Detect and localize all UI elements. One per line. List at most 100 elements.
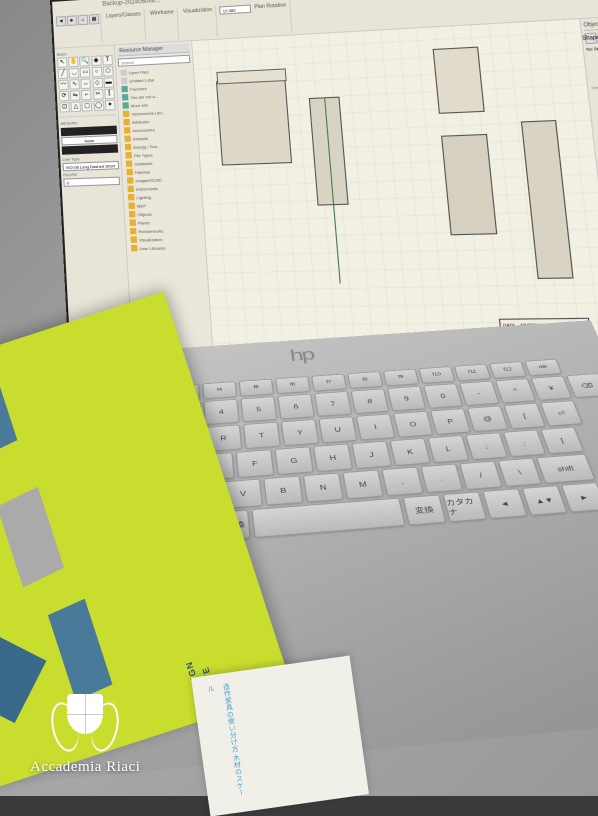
line-tool-icon[interactable]: ╱ [58, 68, 69, 79]
arc-tool-icon[interactable]: ◡ [69, 68, 80, 79]
spiral-tool-icon[interactable]: ✦ [105, 100, 116, 111]
shape-tab[interactable]: Shape [584, 33, 597, 45]
polyline-tool-icon[interactable]: 〰 [58, 80, 69, 91]
folder-icon [127, 186, 134, 193]
key: L [427, 435, 469, 463]
key: T [243, 422, 281, 449]
key: @ [467, 406, 509, 432]
oval-tool-icon[interactable]: ◯ [93, 100, 104, 111]
folder-icon [124, 127, 131, 133]
furniture-elevation-1[interactable] [216, 78, 292, 166]
key: - [459, 381, 499, 406]
hp-logo: hp [289, 346, 315, 366]
key: ; [465, 432, 508, 460]
key: 5 [240, 396, 277, 422]
key: 7 [314, 391, 352, 417]
object-info-title: Object Info - Shape [583, 17, 598, 31]
rect-tool-icon[interactable]: ▭ [80, 67, 91, 78]
freehand-tool-icon[interactable]: ∿ [69, 79, 80, 90]
fillet-tool-icon[interactable]: ⌐ [81, 90, 92, 101]
furniture-elevation-3[interactable] [433, 47, 485, 114]
dimension-tool-icon[interactable]: ↔ [81, 78, 92, 89]
nav-fwd-icon[interactable]: ► [67, 15, 78, 26]
key: f10 [418, 366, 455, 383]
key: H [313, 444, 353, 472]
mirror-tool-icon[interactable]: ⇋ [70, 90, 81, 101]
home-icon[interactable]: ⌂ [78, 15, 89, 26]
visualization-dropdown[interactable]: Visualization [181, 7, 216, 38]
select-tool-icon[interactable]: ↖ [57, 57, 68, 68]
key: G [274, 446, 313, 474]
locus-tool-icon[interactable]: ▢ [82, 101, 93, 112]
callout-tool-icon[interactable]: ◇ [92, 78, 103, 89]
key: \ [498, 458, 542, 487]
folder-icon [125, 144, 132, 150]
key: f7 [311, 374, 347, 392]
folder-icon [123, 119, 130, 125]
key: Y [281, 419, 319, 446]
flyover-tool-icon[interactable]: ◉ [91, 55, 102, 66]
key: 6 [277, 394, 314, 420]
key: f9 [383, 369, 420, 386]
drawing-canvas[interactable]: DATA 4/6/2024 SCALE 1:30 TAB WEEKSHEET [192, 19, 598, 360]
folder-icon [124, 135, 131, 141]
opacity-input[interactable] [63, 177, 120, 187]
rotate-tool-icon[interactable]: ⟳ [59, 91, 70, 102]
wireframe-dropdown[interactable]: Wireframe [148, 9, 178, 39]
key: [ [503, 403, 545, 429]
key: J [351, 441, 392, 469]
photo-scene: Backup-202406068... ◄ ► ⌂ ▦ Layers/Class… [0, 0, 598, 796]
polygon-tool-icon[interactable]: ⬠ [103, 66, 114, 77]
layers-dropdown[interactable]: Layers/Classes [104, 11, 145, 42]
book-illustration [0, 487, 64, 588]
key: f8 [347, 371, 383, 389]
key: ⏎ [540, 400, 583, 426]
circle-tool-icon[interactable]: ○ [91, 67, 102, 78]
key: del [524, 359, 562, 376]
key: N [303, 473, 344, 503]
key: ] [540, 427, 584, 454]
key: : [503, 429, 546, 456]
file-icon [120, 69, 127, 75]
key: f11 [454, 364, 491, 381]
folder-icon [123, 111, 130, 117]
watermark-text: Accademia Riaci [30, 759, 140, 776]
folder-icon [126, 169, 133, 176]
view-icon[interactable]: ▦ [89, 14, 100, 25]
empty-hint: There are no items to show [590, 82, 598, 91]
key: 8 [351, 388, 390, 413]
text-tool-icon[interactable]: T [102, 55, 113, 66]
key: / [459, 461, 503, 490]
pan-tool-icon[interactable]: ✋ [68, 57, 79, 68]
folder-icon [122, 94, 129, 100]
key: P [430, 408, 471, 434]
file-icon [121, 78, 128, 84]
trim-tool-icon[interactable]: ✂ [93, 89, 104, 100]
document-title: Backup-202406068... [102, 0, 160, 8]
crest-icon [50, 694, 120, 754]
key: ^ [495, 378, 536, 403]
offset-tool-icon[interactable]: ⊡ [59, 102, 70, 113]
zoom-tool-icon[interactable]: 🔍 [79, 56, 90, 67]
plan-rotation-label: Plan Rotation [252, 2, 291, 33]
tree-item[interactable]: User Libraries [129, 242, 203, 252]
eyedrop-tool-icon[interactable]: ⫿ [104, 89, 115, 100]
nav-back-icon[interactable]: ◄ [56, 16, 66, 27]
key: F [236, 449, 275, 477]
resource-search-input[interactable] [118, 55, 191, 67]
key: ► [561, 482, 598, 512]
folder-icon [129, 219, 136, 226]
book-illustration [0, 374, 17, 465]
folder-icon [131, 245, 138, 252]
triangle-tool-icon[interactable]: △ [71, 101, 82, 112]
key: 0 [423, 383, 463, 408]
key: K [390, 438, 431, 466]
key: O [393, 411, 433, 438]
wall-tool-icon[interactable]: ▬ [103, 77, 114, 88]
folder-icon [126, 160, 133, 167]
key: I [356, 414, 396, 441]
zoom-input[interactable] [219, 5, 251, 15]
key: 9 [387, 386, 426, 411]
key: . [420, 464, 463, 493]
folder-icon [125, 152, 132, 158]
